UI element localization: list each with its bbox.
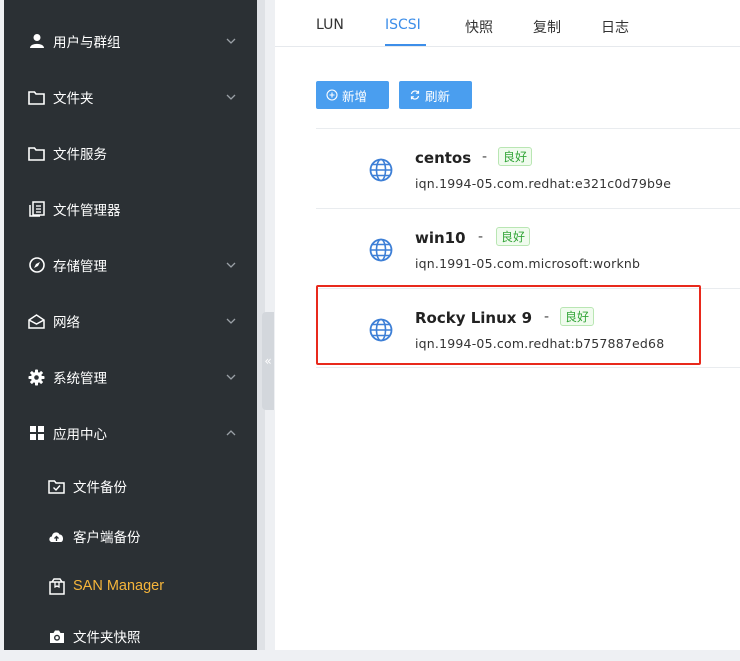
globe-icon: [369, 238, 393, 262]
file-manager-icon: [28, 201, 45, 218]
sidebar-item-label: 网络: [53, 315, 80, 331]
sidebar-subitem-label: 文件夹快照: [73, 630, 141, 646]
sidebar-item-label: 系统管理: [53, 371, 107, 387]
globe-icon: [369, 158, 393, 182]
gear-icon: [28, 369, 45, 386]
add-button[interactable]: 新增: [316, 81, 389, 109]
sidebar-subitem-san-manager[interactable]: SAN Manager: [4, 561, 257, 611]
name-separator: -: [478, 229, 484, 245]
sidebar-subitem-label: 客户端备份: [73, 530, 141, 546]
tab-log[interactable]: 日志: [601, 17, 629, 37]
sidebar-item-label: 文件管理器: [53, 203, 121, 219]
tab-lun[interactable]: LUN: [316, 17, 344, 33]
tab-iscsi[interactable]: ISCSI: [385, 17, 421, 33]
chevron-down-icon: [224, 90, 238, 104]
target-row[interactable]: centos - 良好 iqn.1994-05.com.redhat:e321c…: [316, 128, 740, 208]
folder-icon: [28, 145, 45, 162]
sidebar-item-users[interactable]: 用户与群组: [4, 13, 257, 69]
target-iqn: iqn.1994-05.com.redhat:e321c0d79b9e: [415, 176, 672, 191]
sidebar-item-app-center[interactable]: 应用中心: [4, 405, 257, 461]
compass-icon: [28, 257, 45, 274]
sidebar-item-file-manager[interactable]: 文件管理器: [4, 181, 257, 237]
folder-check-icon: [48, 478, 65, 495]
sidebar-subitem-file-backup[interactable]: 文件备份: [4, 461, 257, 511]
chevron-down-icon: [224, 314, 238, 328]
san-box-icon: [48, 577, 65, 595]
sidebar-item-file-services[interactable]: 文件服务: [4, 125, 257, 181]
chevron-up-icon: [224, 426, 238, 440]
sidebar-subitem-label: SAN Manager: [73, 578, 165, 594]
chevron-down-icon: [224, 34, 238, 48]
active-tab-indicator: [385, 44, 426, 46]
chevron-down-icon: [224, 258, 238, 272]
sidebar-subitem-label: 文件备份: [73, 480, 127, 496]
status-badge: 良好: [498, 147, 533, 166]
sidebar-subitem-client-backup[interactable]: 客户端备份: [4, 511, 257, 561]
sidebar-item-label: 文件夹: [53, 91, 94, 107]
plus-circle-icon: [326, 89, 338, 101]
sidebar: 用户与群组 文件夹 文件服务 文件管理器 存储管理 网络 系统管理 应用中心 文…: [4, 0, 257, 650]
sidebar-item-label: 存储管理: [53, 259, 107, 275]
tab-bar: LUN ISCSI 快照 复制 日志: [275, 0, 740, 47]
refresh-button-label: 刷新: [425, 88, 451, 104]
user-icon: [28, 33, 45, 50]
target-iqn: iqn.1991-05.com.microsoft:worknb: [415, 256, 641, 271]
refresh-icon: [409, 89, 421, 101]
add-button-label: 新增: [342, 88, 368, 104]
target-name: win10: [415, 229, 466, 247]
highlight-box: [316, 285, 701, 365]
cloud-upload-icon: [48, 528, 65, 545]
network-icon: [28, 313, 45, 330]
sidebar-item-folders[interactable]: 文件夹: [4, 69, 257, 125]
status-badge: 良好: [496, 227, 531, 246]
folder-icon: [28, 89, 45, 106]
sidebar-item-label: 文件服务: [53, 147, 107, 163]
app-grid-icon: [28, 425, 45, 442]
name-separator: -: [482, 149, 488, 165]
camera-icon: [48, 628, 65, 645]
target-row[interactable]: win10 - 良好 iqn.1991-05.com.microsoft:wor…: [316, 208, 740, 288]
refresh-button[interactable]: 刷新: [399, 81, 472, 109]
double-chevron-left-icon: «: [264, 354, 272, 368]
target-name: centos: [415, 149, 472, 167]
tab-replication[interactable]: 复制: [533, 17, 561, 37]
chevron-down-icon: [224, 370, 238, 384]
sidebar-subitem-folder-snapshot[interactable]: 文件夹快照: [4, 611, 257, 661]
sidebar-item-label: 应用中心: [53, 427, 107, 443]
tab-snapshot[interactable]: 快照: [465, 17, 493, 37]
sidebar-collapse-button[interactable]: «: [262, 312, 274, 410]
sidebar-item-network[interactable]: 网络: [4, 293, 257, 349]
sidebar-item-system[interactable]: 系统管理: [4, 349, 257, 405]
sidebar-item-label: 用户与群组: [53, 35, 121, 51]
sidebar-item-storage[interactable]: 存储管理: [4, 237, 257, 293]
